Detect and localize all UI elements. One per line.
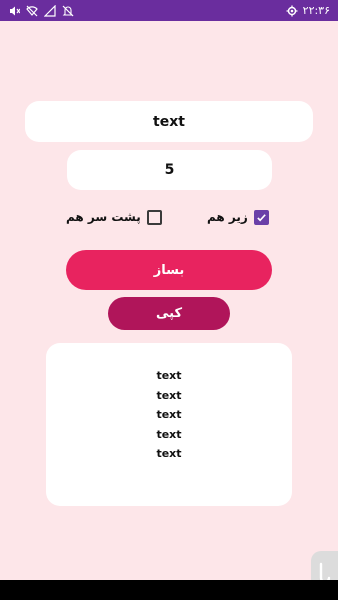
count-input-value: 5 <box>164 162 175 178</box>
output-line: text <box>156 447 182 460</box>
navigation-bar <box>0 580 338 600</box>
text-input-value: text <box>153 113 185 130</box>
data-off-icon <box>44 4 56 17</box>
status-time: ۲۲:۳۶ <box>302 4 330 17</box>
copy-button-label: کپی <box>155 306 183 321</box>
copy-button[interactable]: کپی <box>108 297 230 330</box>
build-button-label: بساز <box>153 262 185 278</box>
checkbox-stacked[interactable] <box>253 209 269 225</box>
option-stacked[interactable]: زیر هم <box>207 206 269 228</box>
status-icons-left <box>8 4 74 17</box>
count-input[interactable]: 5 <box>67 150 272 190</box>
option-sequential-label: پشت سر هم <box>66 210 141 224</box>
notification-off-icon <box>62 5 74 17</box>
gear-icon <box>286 5 298 17</box>
build-button[interactable]: بساز <box>66 250 272 290</box>
check-icon <box>257 213 266 221</box>
output-line: text <box>156 427 182 441</box>
output-line: text <box>156 408 182 421</box>
status-bar: ۲۲:۳۶ <box>0 0 338 21</box>
text-input[interactable]: text <box>25 101 313 142</box>
output-line: text <box>156 388 182 402</box>
output-line: text <box>156 369 182 382</box>
output-card: text text text text text <box>46 343 292 506</box>
option-sequential[interactable]: پشت سر هم <box>66 206 162 228</box>
option-stacked-label: زیر هم <box>207 210 248 224</box>
status-icons-right: ۲۲:۳۶ <box>286 4 330 17</box>
no-wifi-icon <box>26 5 38 17</box>
mute-icon <box>8 5 20 17</box>
checkbox-sequential[interactable] <box>146 209 162 225</box>
